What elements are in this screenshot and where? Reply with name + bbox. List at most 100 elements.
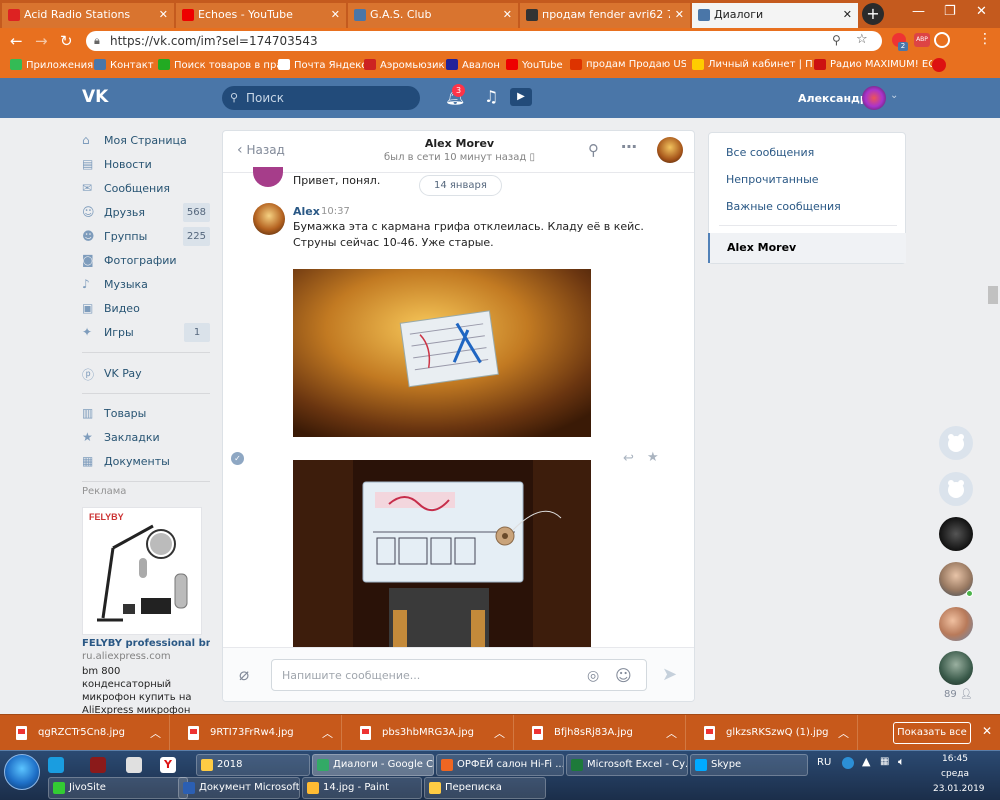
volume-icon[interactable]: 🔈︎ — [898, 755, 905, 769]
peer-avatar[interactable] — [657, 137, 683, 163]
avatar[interactable] — [939, 651, 973, 685]
music-icon[interactable]: ♫ — [484, 87, 498, 106]
chevron-up-icon[interactable]: ︿ — [666, 725, 677, 741]
browser-tab-fender[interactable]: продам fender avri62 77гр пр ✕ — [520, 3, 690, 28]
chrome-menu-icon[interactable]: ⋮ — [978, 31, 992, 47]
taskbar-clock[interactable]: 16:45 среда 23.01.2019 — [933, 752, 985, 797]
sidebar-item-music[interactable]: ♪ Музыка — [82, 275, 210, 295]
sidebar-item-games[interactable]: ✦ Игры 1 — [82, 323, 210, 343]
browser-tab-echoes[interactable]: Echoes - YouTube ✕ — [176, 3, 346, 28]
language-indicator[interactable]: RU — [817, 757, 831, 768]
photo-attachment[interactable] — [293, 460, 591, 650]
sidebar-item-video[interactable]: ▣ Видео — [82, 299, 210, 319]
bookmark-radio-maximum[interactable]: Радио MAXIMUM! ЕСЛ — [814, 59, 932, 71]
sidebar-item-documents[interactable]: ▦ Документы — [82, 452, 210, 472]
avatar[interactable] — [939, 607, 973, 641]
taskbar-item[interactable]: 14.jpg - Paint — [302, 777, 422, 799]
bookmark-apps[interactable]: Приложения — [10, 59, 93, 71]
taskbar-item[interactable]: Диалоги - Google C... — [312, 754, 434, 776]
bookmark-usb[interactable]: продам Продаю USB- — [570, 59, 686, 71]
search-icon[interactable]: ⚲ — [588, 141, 599, 159]
start-button[interactable] — [4, 754, 40, 790]
sidebar-item-photos[interactable]: ◙ Фотографии — [82, 251, 210, 271]
sidebar-item-groups[interactable]: ☻ Группы 225 — [82, 227, 210, 247]
taskbar-item[interactable]: Microsoft Excel - Су... — [566, 754, 688, 776]
filter-unread[interactable]: Непрочитанные — [726, 173, 819, 186]
play-icon[interactable]: ▶ — [510, 88, 532, 106]
filter-active-dialog[interactable]: Alex Morev — [708, 233, 906, 263]
bookmark-price-search[interactable]: Поиск товаров в прай — [158, 59, 289, 71]
zoom-icon[interactable]: ⚲ — [832, 33, 841, 47]
avatar[interactable] — [939, 517, 973, 551]
close-icon[interactable]: ✕ — [982, 724, 992, 738]
bookmark-aeromusic[interactable]: Аэромьюзик — [364, 59, 445, 71]
chevron-up-icon[interactable]: ︿ — [494, 725, 505, 741]
taskbar-item[interactable]: Skype — [690, 754, 808, 776]
star-icon[interactable]: ★ — [647, 450, 659, 465]
friends-online-count[interactable]: 89 👤︎ — [944, 689, 973, 700]
taskbar-item[interactable]: ОРФЕЙ салон Hi-Fi ... — [436, 754, 564, 776]
download-item[interactable]: pbs3hbMRG3A.jpg ︿ — [344, 715, 514, 751]
adblock-icon[interactable]: ABP — [914, 33, 930, 47]
taskbar-item[interactable]: Переписка — [424, 777, 546, 799]
taskbar-item[interactable]: 2018 — [196, 754, 310, 776]
message-author[interactable]: Alex — [293, 205, 320, 218]
photo-attachment[interactable] — [293, 269, 591, 437]
send-icon[interactable]: ➤ — [662, 664, 677, 685]
new-tab-button[interactable]: + — [862, 3, 884, 25]
camera-icon[interactable]: ◎ — [587, 668, 599, 684]
network-icon[interactable]: ▦ — [880, 756, 889, 767]
ie-icon[interactable] — [48, 757, 64, 773]
bookmark-youtube[interactable]: YouTube — [506, 59, 563, 71]
cd-icon[interactable] — [126, 757, 142, 773]
user-name[interactable]: Александр — [798, 92, 868, 105]
avatar[interactable] — [253, 167, 283, 187]
back-arrow-icon[interactable]: ← — [10, 32, 23, 50]
forward-arrow-icon[interactable]: → — [35, 32, 48, 50]
tab-close-icon[interactable]: ✕ — [503, 8, 512, 21]
bookmark-extra-icon[interactable] — [932, 58, 946, 72]
sidebar-item-goods[interactable]: ▥ Товары — [82, 404, 210, 424]
reload-icon[interactable]: ↻ — [60, 32, 73, 50]
browser-tab-acid-radio[interactable]: Acid Radio Stations ✕ — [2, 3, 174, 28]
sidebar-item-friends[interactable]: ☺ Друзья 568 — [82, 203, 210, 223]
sidebar-item-messages[interactable]: ✉ Сообщения — [82, 179, 210, 199]
download-item[interactable]: Bfjh8sRj83A.jpg ︿ — [516, 715, 686, 751]
chrome-account-icon[interactable] — [934, 32, 950, 48]
download-item[interactable]: qgRZCTr5Cn8.jpg ︿ — [0, 715, 170, 751]
minimize-icon[interactable]: — — [912, 4, 925, 19]
tab-close-icon[interactable]: ✕ — [159, 8, 168, 21]
more-icon[interactable]: ⋯ — [621, 137, 637, 156]
window-close-icon[interactable]: ✕ — [976, 4, 987, 19]
tray-expand-icon[interactable]: ▲ — [862, 755, 870, 768]
paperclip-icon[interactable]: ⌀ — [239, 665, 249, 685]
reply-icon[interactable]: ↩ — [623, 451, 634, 466]
tray-app-icon[interactable] — [842, 757, 854, 769]
page-scrollbar[interactable] — [986, 118, 1000, 714]
taskbar-item[interactable]: JivoSite — [48, 777, 188, 799]
address-bar[interactable]: 🔒︎ https://vk.com/im?sel=174703543 ⚲ ☆ — [86, 31, 882, 51]
browser-tab-gas-club[interactable]: G.A.S. Club ✕ — [348, 3, 518, 28]
show-all-downloads-button[interactable]: Показать все — [893, 722, 971, 744]
bookmark-cabinet[interactable]: Личный кабинет | Пла — [692, 59, 812, 71]
vk-search-input[interactable]: ⚲ Поиск — [222, 86, 420, 110]
tab-close-icon[interactable]: ✕ — [843, 8, 852, 21]
tab-close-icon[interactable]: ✕ — [675, 8, 684, 21]
tab-close-icon[interactable]: ✕ — [331, 8, 340, 21]
bookmark-star-icon[interactable]: ☆ — [856, 32, 868, 47]
filter-important[interactable]: Важные сообщения — [726, 200, 841, 213]
bookmark-avalon[interactable]: Авалон — [446, 59, 500, 71]
scrollbar-thumb[interactable] — [988, 286, 998, 304]
chevron-up-icon[interactable]: ︿ — [150, 725, 161, 741]
bookmark-yandex-mail[interactable]: Почта Яндекс — [278, 59, 367, 71]
sidebar-item-news[interactable]: ▤ Новости — [82, 155, 210, 175]
ad-image[interactable]: FELYBY — [82, 507, 202, 635]
chevron-up-icon[interactable]: ︿ — [838, 725, 849, 741]
browser-tab-dialogs[interactable]: Диалоги ✕ — [692, 3, 858, 28]
maximize-icon[interactable]: ❐ — [944, 4, 956, 19]
sidebar-item-bookmarks[interactable]: ★ Закладки — [82, 428, 210, 448]
avatar[interactable] — [253, 203, 285, 235]
sidebar-item-my-page[interactable]: ⌂ Моя Страница — [82, 131, 210, 151]
ad-headline[interactable]: FELYBY professional bm ... — [82, 638, 210, 649]
app-icon[interactable] — [90, 757, 106, 773]
